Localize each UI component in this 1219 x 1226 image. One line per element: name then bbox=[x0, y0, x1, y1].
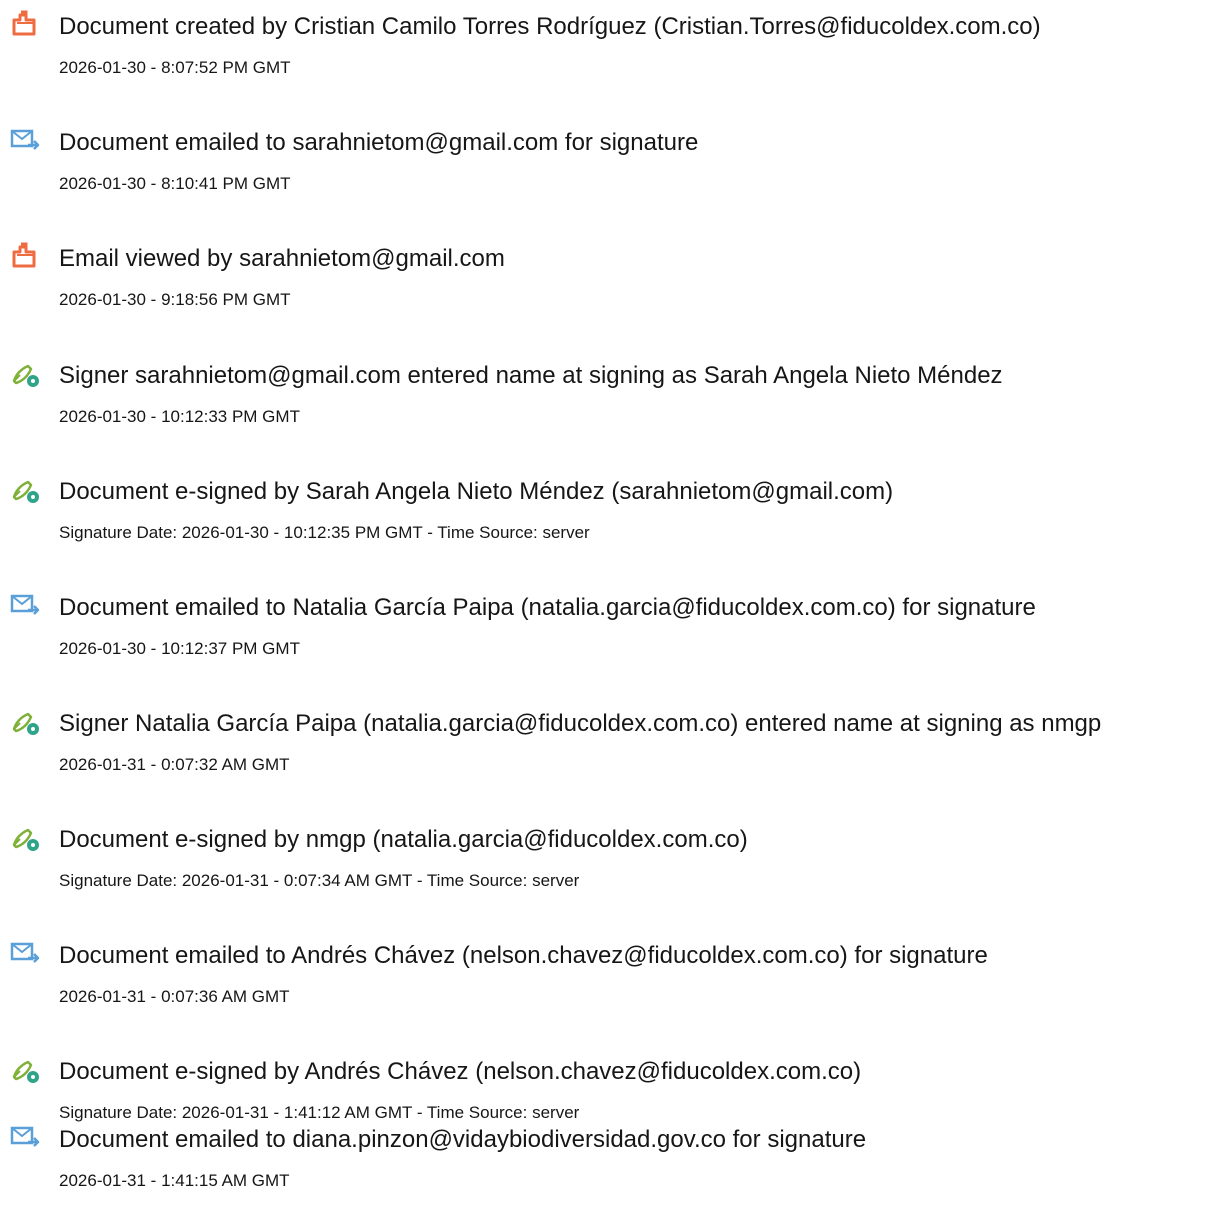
document-viewed-icon bbox=[10, 242, 40, 272]
entry-timestamp: 2026-01-31 - 0:07:36 AM GMT bbox=[59, 987, 290, 1006]
pen-signature-icon bbox=[10, 707, 40, 737]
audit-entry: Signer sarahnietom@gmail.com entered nam… bbox=[0, 359, 1219, 459]
entry-timestamp: 2026-01-30 - 10:12:37 PM GMT bbox=[59, 639, 300, 658]
pen-signature-icon bbox=[10, 823, 40, 853]
audit-entry: Document e-signed by nmgp (natalia.garci… bbox=[0, 823, 1219, 923]
pen-signature-icon bbox=[10, 359, 40, 389]
email-sent-icon bbox=[10, 591, 40, 621]
entry-title: Document e-signed by Andrés Chávez (nels… bbox=[59, 1058, 862, 1085]
entry-signature-detail: Signature Date: 2026-01-31 - 0:07:34 AM … bbox=[59, 871, 580, 890]
email-sent-icon bbox=[10, 939, 40, 969]
entry-timestamp: 2026-01-30 - 9:18:56 PM GMT bbox=[59, 290, 291, 309]
audit-entry: Document emailed to Natalia García Paipa… bbox=[0, 591, 1219, 691]
entry-timestamp: 2026-01-30 - 8:07:52 PM GMT bbox=[59, 58, 291, 77]
email-sent-icon bbox=[10, 1123, 40, 1153]
entry-title: Document emailed to Andrés Chávez (nelso… bbox=[59, 942, 988, 969]
audit-entry: Document emailed to diana.pinzon@vidaybi… bbox=[0, 1123, 1219, 1223]
entry-title: Document emailed to diana.pinzon@vidaybi… bbox=[59, 1126, 867, 1153]
entry-timestamp: 2026-01-30 - 10:12:33 PM GMT bbox=[59, 407, 300, 426]
entry-title: Document emailed to sarahnietom@gmail.co… bbox=[59, 129, 699, 156]
entry-title: Email viewed by sarahnietom@gmail.com bbox=[59, 245, 505, 272]
entry-title: Document emailed to Natalia García Paipa… bbox=[59, 594, 1036, 621]
pen-signature-icon bbox=[10, 1055, 40, 1085]
entry-title: Signer Natalia García Paipa (natalia.gar… bbox=[59, 710, 1102, 737]
entry-title: Document e-signed by nmgp (natalia.garci… bbox=[59, 826, 748, 853]
pen-signature-icon bbox=[10, 475, 40, 505]
entry-signature-detail: Signature Date: 2026-01-31 - 1:41:12 AM … bbox=[59, 1103, 580, 1122]
document-created-icon bbox=[10, 10, 40, 40]
audit-entry: Email viewed by sarahnietom@gmail.com 20… bbox=[0, 242, 1219, 342]
entry-title: Signer sarahnietom@gmail.com entered nam… bbox=[59, 362, 1003, 389]
entry-timestamp: 2026-01-31 - 0:07:32 AM GMT bbox=[59, 755, 290, 774]
entry-title: Document e-signed by Sarah Angela Nieto … bbox=[59, 478, 894, 505]
audit-entry: Document emailed to Andrés Chávez (nelso… bbox=[0, 939, 1219, 1039]
audit-entry: Document e-signed by Sarah Angela Nieto … bbox=[0, 475, 1219, 575]
entry-timestamp: 2026-01-30 - 8:10:41 PM GMT bbox=[59, 174, 291, 193]
audit-trail-log: Document created by Cristian Camilo Torr… bbox=[0, 0, 1219, 1226]
entry-timestamp: 2026-01-31 - 1:41:15 AM GMT bbox=[59, 1171, 290, 1190]
entry-title: Document created by Cristian Camilo Torr… bbox=[59, 13, 1041, 40]
audit-entry: Document emailed to sarahnietom@gmail.co… bbox=[0, 126, 1219, 226]
email-sent-icon bbox=[10, 126, 40, 156]
audit-entry: Signer Natalia García Paipa (natalia.gar… bbox=[0, 707, 1219, 807]
entry-signature-detail: Signature Date: 2026-01-30 - 10:12:35 PM… bbox=[59, 523, 590, 542]
audit-entry: Document created by Cristian Camilo Torr… bbox=[0, 10, 1219, 110]
